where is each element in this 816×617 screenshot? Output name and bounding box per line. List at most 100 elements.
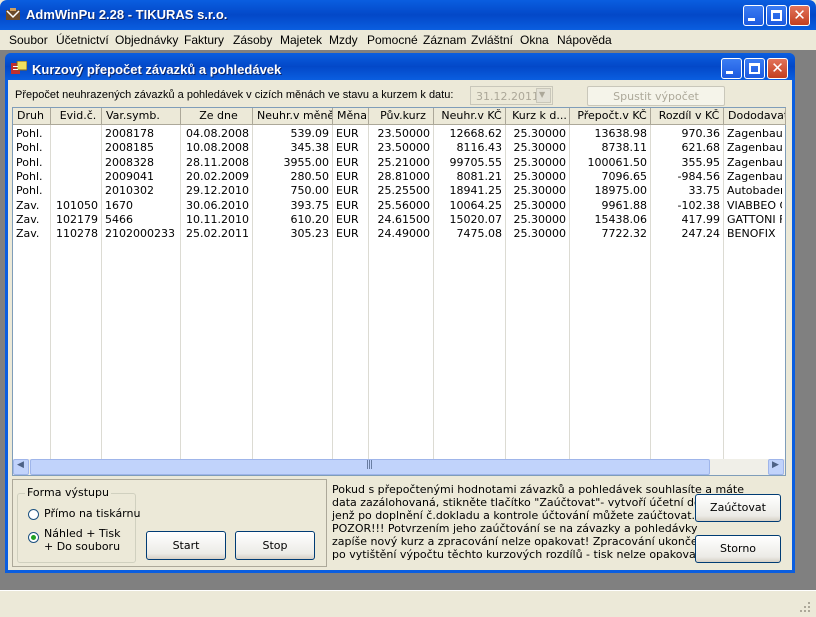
post-button-label: Zaúčtovat [710,501,766,514]
table-cell: 30.06.2010 [186,198,249,212]
table-cell: 2010302 [105,184,154,198]
table-cell: 2008328 [105,155,154,169]
column-header[interactable]: Dododavat [724,108,786,125]
minimize-button[interactable] [743,5,764,26]
table-cell: 25.30000 [513,184,567,198]
column-header[interactable]: Neuhr.v měně [253,108,333,125]
table-cell: 25.21000 [377,155,431,169]
menu-mzdy[interactable]: Mzdy [329,33,358,47]
table-cell: 8081.21 [456,169,503,183]
menu-majetek[interactable]: Majetek [280,33,322,47]
table-cell: EUR [336,127,359,140]
table-cell: 15020.07 [449,212,503,226]
table-cell: 305.23 [290,227,330,241]
cancel-button[interactable]: Storno [695,535,781,563]
notice-text: Pokud s přepočtenými hodnotami závazků a… [332,483,745,561]
table-cell: 8738.11 [601,141,648,155]
dialog-icon [11,61,27,74]
minimize-icon [726,71,733,74]
column-header[interactable]: Ze dne [181,108,253,125]
table-cell: 24.61500 [377,212,431,226]
table-cell [54,127,98,141]
menu-objednavky[interactable]: Objednávky [115,33,178,47]
column-header[interactable]: Neuhr.v KČ [434,108,506,125]
table-cell: 23.50000 [377,127,431,140]
table-cell: 2008185 [105,141,154,155]
notice-line: POZOR!!! Potvrzením jeho zaúčtování se n… [332,522,698,535]
notice-line: Pokud s přepočtenými hodnotami závazků a… [332,483,745,496]
dialog-minimize-button[interactable] [721,58,742,79]
column-header[interactable]: Pův.kurz [369,108,434,125]
column-header[interactable]: Měna [333,108,369,125]
menu-zasoby[interactable]: Zásoby [233,33,272,47]
table-cell: -984.56 [677,169,720,183]
table-cell: Zav. [16,212,40,226]
table-cell: 25.25500 [377,184,431,198]
chevron-left-icon: ◀ [17,460,24,470]
menu-zaznam[interactable]: Záznam [423,33,466,47]
post-button[interactable]: Zaúčtovat [695,494,781,522]
column-divider [332,125,333,459]
table-cell: 7475.08 [456,227,503,241]
column-header[interactable]: Přepočt.v KČ [570,108,651,125]
radio-printer[interactable] [28,509,39,520]
table-cell: 15438.06 [594,212,648,226]
status-bar [0,590,816,617]
column-header[interactable]: Evid.č. [51,108,102,125]
menu-faktury[interactable]: Faktury [184,33,224,47]
column-divider [505,125,506,459]
radio-preview-label: Náhled + Tisk [44,527,121,540]
column-header[interactable]: Var.symb. [102,108,181,125]
table-cell: Zagenbaun [727,169,782,183]
table-cell: 25.30000 [513,198,567,212]
maximize-icon [749,63,760,74]
table-cell: 2009041 [105,169,154,183]
table-cell: 13638.98 [594,127,648,140]
column-header[interactable]: Druh [13,108,51,125]
menu-pomocne[interactable]: Pomocné [367,33,418,47]
radio-selected-dot [31,535,36,540]
table-cell: 100061.50 [587,155,648,169]
menu-napoveda[interactable]: Nápověda [557,33,612,47]
table-cell: 7096.65 [601,169,648,183]
table-cell: 2102000233 [105,227,175,241]
grip-icon: ||| [366,460,373,470]
notice-line: jenž po doplnění č.dokladu a kontrole úč… [332,509,696,522]
menu-zvlastni[interactable]: Zvláštní [471,33,513,47]
column-header[interactable]: Rozdíl v KČ [651,108,724,125]
column-header[interactable]: Kurz k d... [506,108,570,125]
table-cell: 9961.88 [601,198,648,212]
table-cell: 345.38 [290,141,330,155]
menu-okna[interactable]: Okna [520,33,549,47]
stop-button[interactable]: Stop [235,531,315,560]
table-cell: 28.11.2008 [186,155,249,169]
column-divider [50,125,51,459]
maximize-button[interactable] [766,5,787,26]
menu-soubor[interactable]: Soubor [9,33,48,47]
table-cell: Pohl. [16,155,43,169]
table-cell: EUR [336,169,359,183]
dialog-close-button[interactable]: ✕ [767,58,788,79]
chevron-down-icon: ▼ [539,90,546,99]
table-cell: EUR [336,155,359,169]
close-button[interactable]: ✕ [789,5,810,26]
table-cell: -102.38 [677,198,720,212]
table-cell: 28.81000 [377,169,431,183]
main-window: AdmWinPu 2.28 - TIKURAS s.r.o. ✕ Soubor … [0,0,816,617]
table-cell: 417.99 [681,212,721,226]
dialog-maximize-button[interactable] [744,58,765,79]
table-cell: 25.30000 [513,155,567,169]
table-cell: 24.49000 [377,227,431,241]
notice-line: zapíše nový kurz a zpracování nelze opak… [332,535,725,548]
start-button[interactable]: Start [146,531,226,560]
close-icon: ✕ [771,59,784,77]
table-cell: 25.56000 [377,198,431,212]
notice-line: data zazálohovaná, stikněte tlačítko "Za… [332,496,728,509]
table-cell: 621.68 [681,141,721,155]
menu-ucetnictvi[interactable]: Účetnictví [56,33,109,47]
table-cell: Pohl. [16,141,43,155]
resize-grip-icon[interactable] [796,598,812,614]
table-cell: Zav. [16,198,40,212]
table-cell: 539.09 [290,127,330,140]
column-divider [650,125,651,459]
